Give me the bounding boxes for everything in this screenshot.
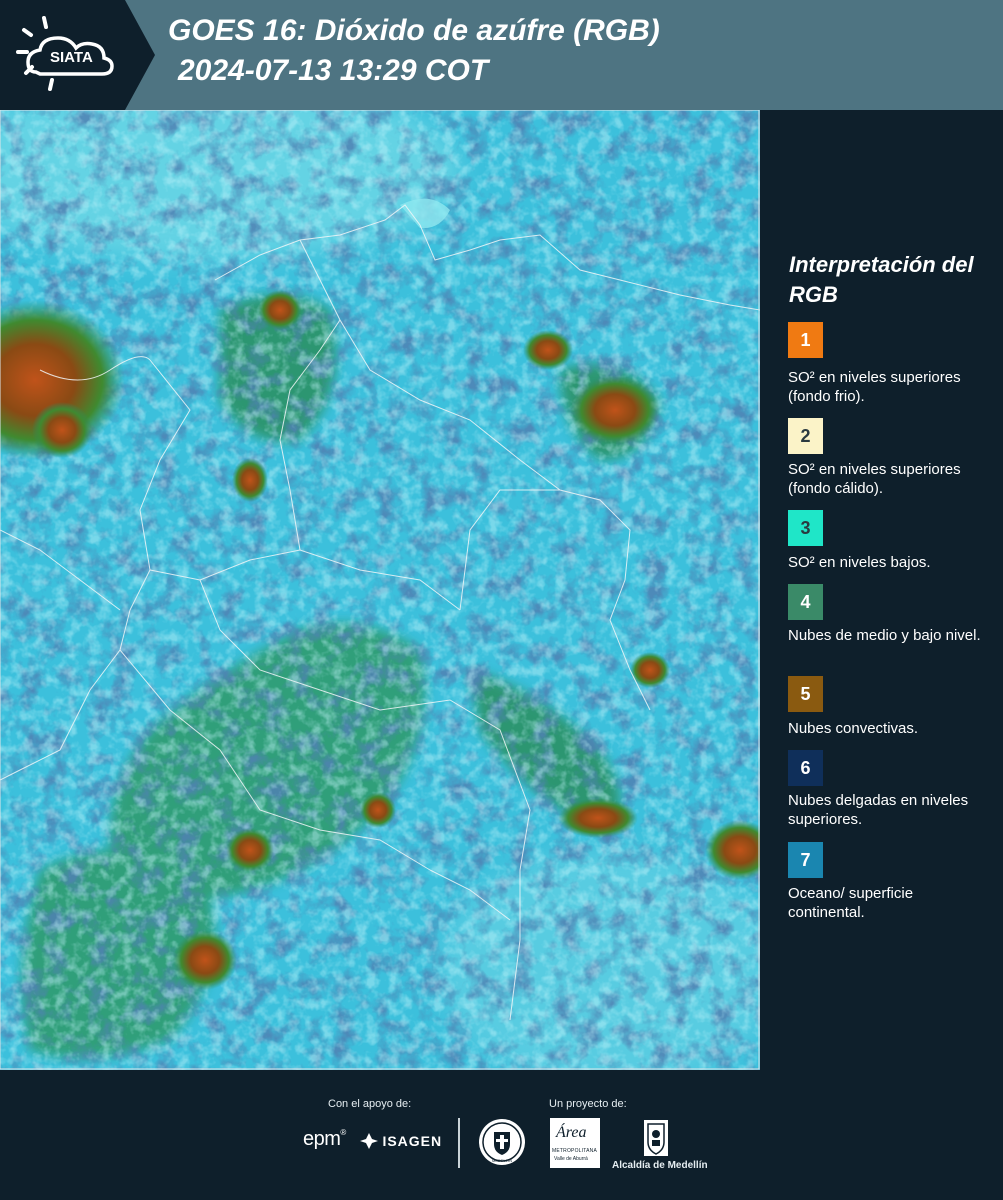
support-label: Con el apoyo de: (328, 1098, 412, 1110)
legend-swatch-6: 6 (788, 750, 823, 786)
header-bar: SIATA GOES 16: Dióxido de azúfre (RGB) 2… (0, 0, 1003, 110)
alcaldia-shield-icon (642, 1118, 670, 1158)
legend-swatch-3: 3 (788, 510, 823, 546)
page-title: GOES 16: Dióxido de azúfre (RGB) (168, 14, 660, 47)
isagen-icon (360, 1133, 378, 1149)
satellite-map (0, 110, 760, 1070)
legend-swatch-2: 2 (788, 418, 823, 454)
alcaldia-label: Alcaldía de Medellín (612, 1160, 708, 1171)
legend-swatch-5: 5 (788, 676, 823, 712)
area-metropolitana-logo: Área METROPOLITANA Valle de Aburrá (550, 1118, 600, 1168)
footer-divider (458, 1118, 460, 1168)
satellite-rgb-image (0, 110, 760, 1070)
isagen-logo: ISAGEN (360, 1132, 442, 1152)
legend-title: Interpretación del RGB (789, 252, 974, 307)
legend-label-1: SO² en niveles superiores (fondo frio). (788, 369, 961, 405)
legend-swatch-7: 7 (788, 842, 823, 878)
project-label: Un proyecto de: (549, 1098, 627, 1110)
footer-bar: Con el apoyo de: Un proyecto de: epm® IS… (0, 1070, 1003, 1200)
legend-label-5: Nubes convectivas. (788, 720, 919, 737)
legend-panel: Interpretación del RGB 1 SO² en niveles … (760, 110, 1003, 1070)
siata-logo-text: SIATA (50, 49, 93, 66)
legend-label-4: Nubes de medio y bajo nivel. (788, 627, 981, 644)
epm-logo: epm® (303, 1128, 346, 1150)
legend-label-7: Oceano/ superficie continental. (788, 885, 914, 921)
legend-swatch-1: 1 (788, 322, 823, 358)
legend-label-3: SO² en niveles bajos. (788, 554, 931, 571)
medellin-seal: MEDELLIN (478, 1118, 526, 1166)
siata-logo: SIATA (0, 0, 155, 110)
legend-label-6: Nubes delgadas en niveles superiores. (788, 792, 969, 828)
page-timestamp: 2024-07-13 13:29 COT (178, 54, 489, 87)
legend-label-2: SO² en niveles superiores (fondo cálido)… (788, 461, 961, 497)
legend-swatch-4: 4 (788, 584, 823, 620)
svg-text:MEDELLIN: MEDELLIN (492, 1158, 512, 1163)
